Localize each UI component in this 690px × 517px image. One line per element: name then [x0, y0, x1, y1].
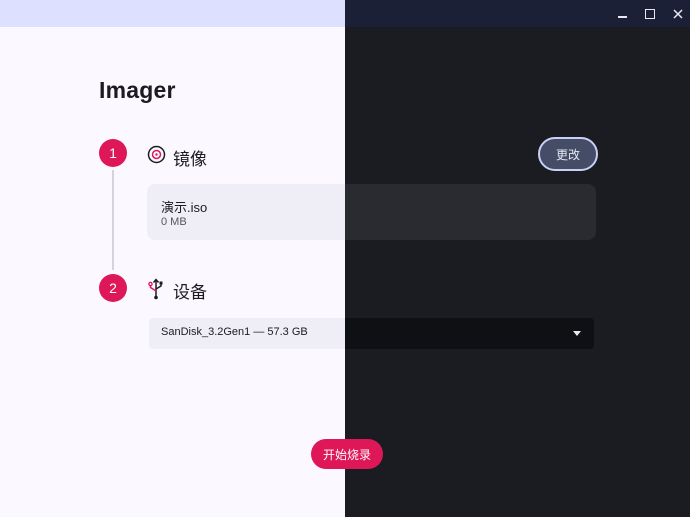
selected-image-card: 演示.iso 0 MB: [147, 184, 596, 240]
step-1-indicator: 1: [99, 139, 127, 167]
step-connector: [112, 170, 114, 270]
image-file-name: 演示.iso: [161, 200, 208, 215]
disc-icon: [147, 145, 166, 164]
maximize-button[interactable]: [640, 4, 660, 24]
usb-icon: [148, 278, 163, 300]
device-select[interactable]: SanDisk_3.2Gen1 — 57.3 GB: [149, 318, 594, 349]
dark-theme-panel: [345, 27, 690, 517]
device-section-label: 设备: [173, 283, 207, 302]
close-button[interactable]: [668, 4, 688, 24]
minimize-button[interactable]: [612, 4, 632, 24]
title-bar-light: [0, 0, 345, 27]
image-section-label: 镜像: [173, 150, 207, 169]
maximize-icon: [645, 9, 655, 19]
device-select-value: SanDisk_3.2Gen1 — 57.3 GB: [161, 326, 308, 338]
title-bar-dark: [345, 0, 690, 27]
app-title: Imager: [99, 77, 176, 103]
start-write-button[interactable]: 开始烧录: [311, 439, 383, 469]
change-image-button[interactable]: 更改: [538, 137, 598, 171]
step-2-indicator: 2: [99, 274, 127, 302]
chevron-down-icon: [573, 331, 581, 336]
image-file-size: 0 MB: [161, 216, 187, 228]
minimize-icon: [617, 16, 627, 18]
close-icon: [673, 9, 683, 19]
